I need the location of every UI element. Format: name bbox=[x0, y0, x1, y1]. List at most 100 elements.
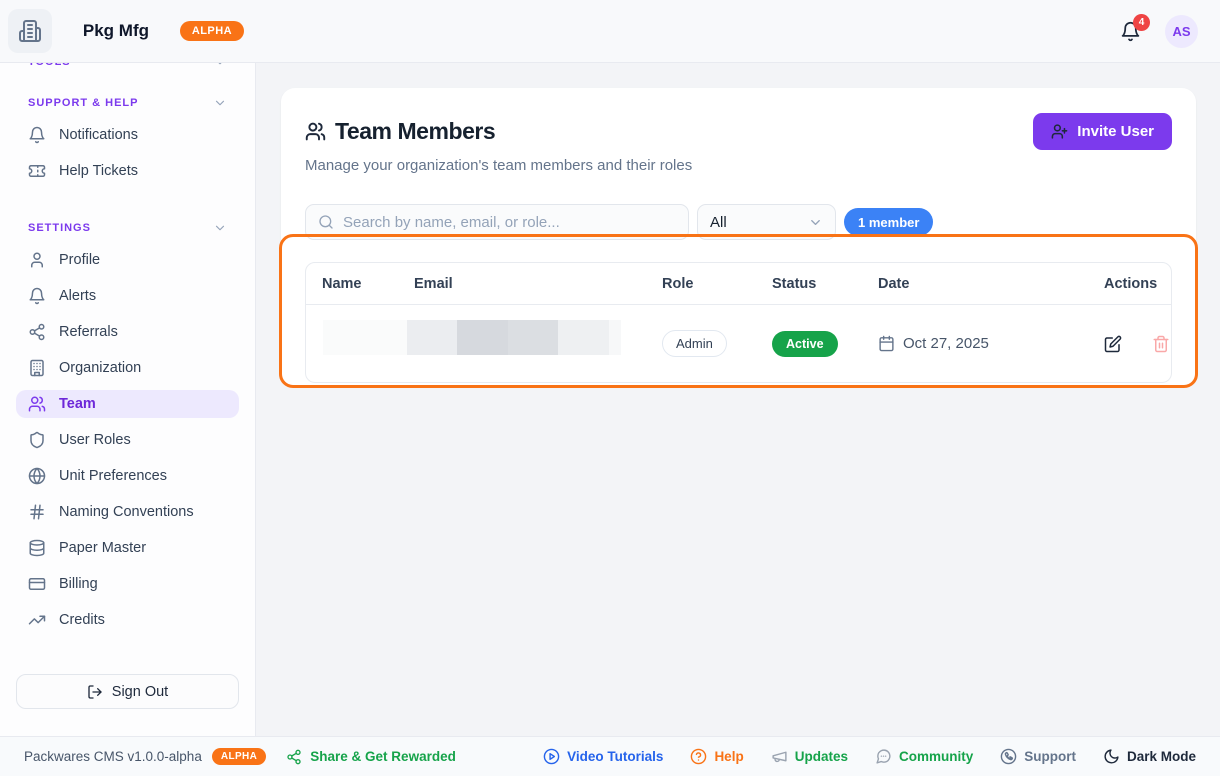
notifications-button[interactable]: 4 bbox=[1120, 21, 1141, 42]
sidebar-item-organization[interactable]: Organization bbox=[16, 354, 239, 382]
section-support-help: SUPPORT & HELP Notifications Help Ticket… bbox=[16, 96, 239, 185]
role-badge: Admin bbox=[662, 330, 727, 357]
megaphone-icon bbox=[771, 748, 788, 765]
card-title-row: Team Members Invite User bbox=[305, 113, 1172, 150]
sidebar-item-label: User Roles bbox=[59, 432, 131, 448]
section-label: SETTINGS bbox=[28, 222, 91, 234]
section-settings: SETTINGS Profile Alerts Referrals Organi… bbox=[16, 221, 239, 634]
alpha-badge-footer: ALPHA bbox=[212, 748, 266, 765]
users-icon bbox=[28, 395, 46, 413]
alpha-badge: ALPHA bbox=[180, 21, 244, 41]
app-version: Packwares CMS v1.0.0-alpha bbox=[24, 749, 202, 764]
globe-icon bbox=[28, 467, 46, 485]
edit-member-button[interactable] bbox=[1104, 335, 1122, 353]
sidebar-item-paper-master[interactable]: Paper Master bbox=[16, 534, 239, 562]
sidebar-item-credits[interactable]: Credits bbox=[16, 606, 239, 634]
search-input[interactable] bbox=[343, 214, 676, 231]
share-icon bbox=[28, 323, 46, 341]
user-icon bbox=[28, 251, 46, 269]
sign-out-button[interactable]: Sign Out bbox=[16, 674, 239, 709]
section-label: SUPPORT & HELP bbox=[28, 97, 138, 109]
member-count-badge: 1 member bbox=[844, 208, 933, 236]
delete-member-button[interactable] bbox=[1152, 335, 1170, 353]
play-circle-icon bbox=[543, 748, 560, 765]
user-avatar[interactable]: AS bbox=[1165, 15, 1198, 48]
share-icon bbox=[286, 749, 302, 765]
updates-link[interactable]: Updates bbox=[771, 748, 848, 765]
help-link[interactable]: Help bbox=[690, 748, 743, 765]
support-link[interactable]: Support bbox=[1000, 748, 1076, 765]
sidebar-item-alerts[interactable]: Alerts bbox=[16, 282, 239, 310]
status-badge: Active bbox=[772, 331, 838, 357]
cell-role: Admin bbox=[662, 330, 772, 357]
invite-user-label: Invite User bbox=[1077, 123, 1154, 140]
support-label: Support bbox=[1024, 749, 1076, 764]
cell-actions bbox=[1104, 335, 1170, 353]
hash-icon bbox=[28, 503, 46, 521]
sidebar-item-billing[interactable]: Billing bbox=[16, 570, 239, 598]
role-filter-value: All bbox=[710, 214, 727, 231]
column-header-date: Date bbox=[878, 276, 1104, 292]
database-icon bbox=[28, 539, 46, 557]
sidebar-item-naming-conventions[interactable]: Naming Conventions bbox=[16, 498, 239, 526]
section-header-settings[interactable]: SETTINGS bbox=[16, 221, 239, 235]
sidebar-item-label: Organization bbox=[59, 360, 141, 376]
chevron-down-icon bbox=[213, 221, 227, 235]
notification-count-badge: 4 bbox=[1133, 14, 1150, 31]
trash-icon bbox=[1152, 335, 1170, 353]
sidebar-item-unit-preferences[interactable]: Unit Preferences bbox=[16, 462, 239, 490]
sidebar-item-label: Paper Master bbox=[59, 540, 146, 556]
sidebar-item-notifications[interactable]: Notifications bbox=[16, 121, 239, 149]
brand-area: Pkg Mfg ALPHA bbox=[0, 9, 256, 53]
edit-pencil-icon bbox=[1104, 335, 1122, 353]
sidebar-item-team[interactable]: Team bbox=[16, 390, 239, 418]
sidebar-nav: TOOLS SUPPORT & HELP Notifications Help … bbox=[0, 63, 255, 634]
search-box bbox=[305, 204, 689, 240]
credit-card-icon bbox=[28, 575, 46, 593]
sidebar-item-user-roles[interactable]: User Roles bbox=[16, 426, 239, 454]
sidebar-item-label: Notifications bbox=[59, 127, 138, 143]
section-header-tools[interactable]: TOOLS bbox=[16, 63, 239, 69]
share-rewarded-label: Share & Get Rewarded bbox=[310, 749, 456, 764]
share-rewarded-link[interactable]: Share & Get Rewarded bbox=[286, 749, 456, 765]
cell-status: Active bbox=[772, 331, 878, 357]
section-header-support[interactable]: SUPPORT & HELP bbox=[16, 96, 239, 110]
video-tutorials-link[interactable]: Video Tutorials bbox=[543, 748, 663, 765]
updates-label: Updates bbox=[795, 749, 848, 764]
date-value: Oct 27, 2025 bbox=[903, 335, 989, 352]
column-header-email: Email bbox=[414, 276, 662, 292]
sidebar-item-label: Alerts bbox=[59, 288, 96, 304]
role-filter-dropdown[interactable]: All bbox=[697, 204, 836, 240]
sign-out-label: Sign Out bbox=[112, 684, 168, 700]
building-icon bbox=[28, 359, 46, 377]
trending-up-icon bbox=[28, 611, 46, 629]
sidebar-item-referrals[interactable]: Referrals bbox=[16, 318, 239, 346]
help-label: Help bbox=[714, 749, 743, 764]
factory-building-icon bbox=[18, 19, 42, 43]
table-header-row: Name Email Role Status Date Actions bbox=[306, 263, 1171, 305]
chat-bubble-icon bbox=[875, 748, 892, 765]
invite-user-button[interactable]: Invite User bbox=[1033, 113, 1172, 150]
community-link[interactable]: Community bbox=[875, 748, 973, 765]
sidebar-item-profile[interactable]: Profile bbox=[16, 246, 239, 274]
top-bar-actions: 4 AS bbox=[1120, 15, 1220, 48]
dark-mode-toggle[interactable]: Dark Mode bbox=[1103, 748, 1196, 765]
column-header-status: Status bbox=[772, 276, 878, 292]
sidebar-item-help-tickets[interactable]: Help Tickets bbox=[16, 157, 239, 185]
footer-links: Video Tutorials Help Updates Community S… bbox=[543, 748, 1196, 765]
chevron-down-icon bbox=[213, 96, 227, 110]
bell-icon bbox=[28, 287, 46, 305]
column-header-name: Name bbox=[322, 276, 414, 292]
log-out-icon bbox=[87, 684, 103, 700]
sidebar-item-label: Help Tickets bbox=[59, 163, 138, 179]
page-title: Team Members bbox=[335, 118, 495, 145]
bell-icon bbox=[28, 126, 46, 144]
app-logo[interactable] bbox=[8, 9, 52, 53]
community-label: Community bbox=[899, 749, 973, 764]
team-members-table: Name Email Role Status Date Actions bbox=[305, 262, 1172, 383]
calendar-icon bbox=[878, 335, 895, 352]
help-circle-icon bbox=[690, 748, 707, 765]
moon-icon bbox=[1103, 748, 1120, 765]
users-icon bbox=[305, 121, 326, 142]
chevron-down-icon bbox=[213, 63, 227, 69]
